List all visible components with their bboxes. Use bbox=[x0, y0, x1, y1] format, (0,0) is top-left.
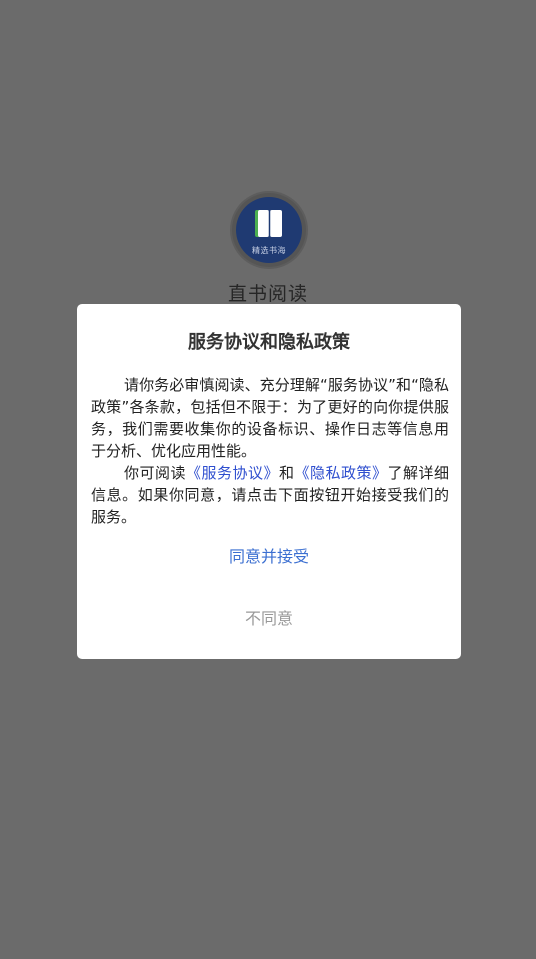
dialog-paragraph-1: 请你务必审慎阅读、充分理解“服务协议”和“隐私政策”各条款，包括但不限于：为了更… bbox=[91, 376, 449, 460]
app-logo-badge: 精选书海 bbox=[236, 197, 302, 263]
disagree-button[interactable]: 不同意 bbox=[207, 604, 331, 634]
paragraph-2-prefix: 你可阅读 bbox=[124, 464, 186, 482]
agree-button[interactable]: 同意并接受 bbox=[177, 542, 361, 572]
dialog-title: 服务协议和隐私政策 bbox=[188, 332, 350, 353]
logo-caption: 精选书海 bbox=[252, 246, 286, 255]
dialog-paragraph-2: 你可阅读《服务协议》和《隐私政策》了解详细信息。如果你同意，请点击下面按钮开始接… bbox=[91, 462, 449, 528]
service-agreement-link[interactable]: 《服务协议》 bbox=[186, 464, 279, 482]
app-name: 直书阅读 bbox=[227, 283, 308, 305]
app-logo: 精选书海 bbox=[232, 193, 306, 267]
book-icon bbox=[255, 210, 282, 237]
dialog-body: 请你务必审慎阅读、充分理解“服务协议”和“隐私政策”各条款，包括但不限于：为了更… bbox=[91, 374, 449, 528]
privacy-policy-link[interactable]: 《隐私政策》 bbox=[294, 464, 387, 482]
paragraph-2-and: 和 bbox=[278, 464, 295, 482]
privacy-dialog: 服务协议和隐私政策 请你务必审慎阅读、充分理解“服务协议”和“隐私政策”各条款，… bbox=[77, 304, 461, 659]
